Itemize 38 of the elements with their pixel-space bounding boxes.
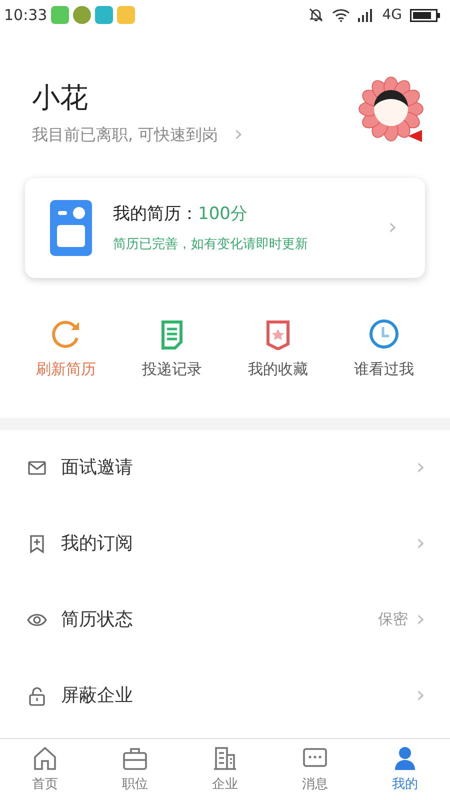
- chevron-icon: ›: [388, 217, 397, 239]
- menu-item[interactable]: 屏蔽企业 ›: [0, 658, 450, 734]
- signal-icon: [358, 8, 374, 22]
- nav-tab[interactable]: 我的: [360, 739, 450, 800]
- action-button[interactable]: 投递记录: [119, 318, 225, 380]
- nav-tab[interactable]: 消息: [270, 739, 360, 800]
- refresh-icon: [50, 318, 82, 350]
- menu-value: 保密: [378, 609, 408, 630]
- home-icon: [32, 745, 58, 771]
- battery-icon: [410, 8, 440, 22]
- bookmark-plus-icon: [27, 534, 47, 554]
- building-icon: [212, 745, 238, 771]
- nav-tab[interactable]: 企业: [180, 739, 270, 800]
- wifi-icon: [332, 8, 350, 22]
- action-button[interactable]: 谁看过我: [331, 318, 437, 380]
- chevron-icon: ›: [416, 456, 425, 478]
- clock-icon: [368, 318, 400, 350]
- nav-tab[interactable]: 首页: [0, 739, 90, 800]
- resume-icon: [50, 200, 92, 256]
- person-icon: [392, 745, 418, 771]
- chevron-icon: ›: [416, 684, 425, 706]
- muted-bell-icon: [308, 7, 324, 23]
- resume-note: 简历已完善，如有变化请即时更新: [113, 236, 309, 254]
- status-time: 10:33: [4, 4, 48, 26]
- lock-icon: [27, 686, 47, 706]
- job-status: 我目前已离职, 可快速到岗: [32, 124, 218, 146]
- resume-card[interactable]: 我的简历：100分 简历已完善，如有变化请即时更新 ›: [25, 178, 425, 278]
- menu-item[interactable]: 简历状态 保密 ›: [0, 582, 450, 658]
- briefcase-icon: [122, 745, 148, 771]
- chevron-icon: ›: [416, 608, 425, 630]
- resume-score: 我的简历：100分: [113, 202, 248, 226]
- user-name: 小花: [32, 81, 89, 115]
- menu-item[interactable]: 面试邀请 ›: [0, 430, 450, 506]
- menu-item[interactable]: 我的订阅 ›: [0, 506, 450, 582]
- action-button[interactable]: 我的收藏: [225, 318, 331, 380]
- chevron-icon: ›: [416, 532, 425, 554]
- nav-tab[interactable]: 职位: [90, 739, 180, 800]
- network-type: 4G: [382, 6, 402, 24]
